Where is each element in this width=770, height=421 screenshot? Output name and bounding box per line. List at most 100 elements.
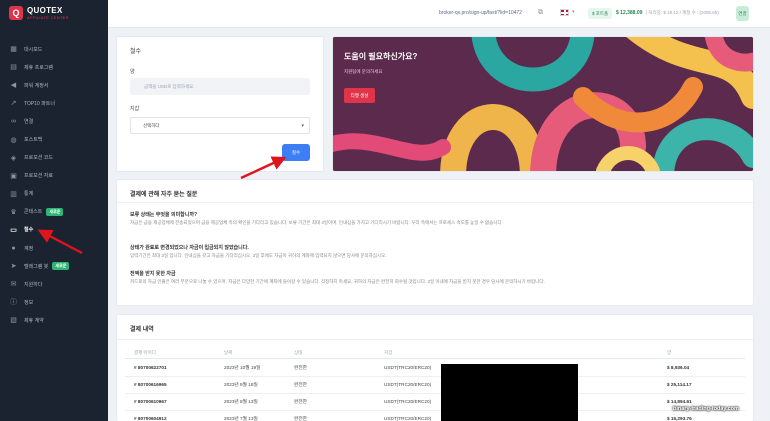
- sidebar-item-label: 콘테스트: [24, 209, 43, 216]
- info-icon: ⓘ: [10, 299, 17, 307]
- trophy-icon: ♛: [10, 208, 17, 216]
- payment-history-card: 결제 내역 결제 아이디 날짜 상태 지갑 양 # 80700622701 202…: [117, 315, 753, 421]
- sidebar-item-label: 철수: [24, 227, 34, 234]
- cell-status: 완전한: [294, 399, 307, 404]
- create-ticket-button[interactable]: 티켓 생성: [344, 88, 375, 103]
- column-header: 날짜: [224, 350, 233, 355]
- copy-icon[interactable]: ⧉: [538, 9, 545, 16]
- sidebar-item[interactable]: ▥ 통계: [0, 185, 108, 203]
- column-header: 결제 아이디: [134, 350, 156, 355]
- cell-wallet: USDT(TRC20/ERC20): [384, 382, 432, 387]
- wallet-icon: ▭: [10, 226, 17, 234]
- sidebar-item-label: 통계: [24, 191, 34, 198]
- sidebar-item[interactable]: ● 계정: [0, 239, 108, 257]
- faq-answer: 입력기간은 최대 3일 입니다. 인내심을 갖고 자금을 기다리십시오. 3일 …: [130, 253, 387, 258]
- sidebar-item[interactable]: ◀ 파워 계정서: [0, 76, 108, 94]
- column-header: 상태: [294, 350, 303, 355]
- sidebar-item[interactable]: ◍ 포스트백: [0, 130, 108, 148]
- redaction-block: [441, 364, 578, 421]
- balance-detail: | 처리중: $ 18.12 / 계정 수 : (2095.65): [646, 10, 719, 15]
- telegram-icon: ➤: [10, 263, 17, 271]
- amount-label: 양: [130, 69, 135, 75]
- quotex-logo-icon: Q: [9, 6, 23, 20]
- referral-url[interactable]: broker-qx.pro/sign-up/fast/?lid=10472: [439, 10, 522, 16]
- faq-answer: 자금은 금융 제공업체에 전송되었으며 금융 제공업체 측의 확인을 기다리고 …: [130, 220, 503, 225]
- balance: $ 12,388.09: [616, 10, 643, 16]
- faq-answer: 커드로의 자금 인출은 여러 부분으로 나눌 수 있으며, 자금은 다양한 기간…: [130, 279, 545, 284]
- trending-icon: ↗: [10, 100, 17, 108]
- faq-question: 보류 상태는 무엇을 의미합니까?: [130, 212, 198, 218]
- sidebar-item[interactable]: ∞ 연결: [0, 112, 108, 130]
- flag-icon[interactable]: [560, 9, 569, 16]
- cell-status: 완전한: [294, 365, 307, 370]
- contract-icon: ▧: [10, 317, 17, 325]
- brand-subtitle: AFFILIATE CENTER: [27, 14, 69, 20]
- sidebar-item-label: 제휴 계약: [24, 317, 44, 324]
- sidebar-item-label: 제휴 프로그램: [24, 64, 53, 71]
- sidebar-item-label: TOP10 파트너: [24, 100, 55, 107]
- sidebar-item[interactable]: ✉ 지원하다: [0, 275, 108, 293]
- table-row[interactable]: # 80700610967 2023년 8월 13일 완전한 USDT(TRC20/E…: [125, 394, 745, 411]
- sidebar-item-label: 텔레그램 봇: [24, 263, 49, 270]
- divider: [117, 339, 753, 340]
- sidebar-item[interactable]: ➤ 텔레그램 봇 새로운: [0, 257, 108, 275]
- history-title: 결제 내역: [130, 327, 154, 333]
- cell-date: 2023년 9월 18일: [224, 382, 258, 387]
- link-icon: ∞: [11, 117, 16, 125]
- sidebar-item-label: 파워 계정서: [24, 82, 49, 89]
- sidebar-nav: ▦ 대시보드 ▤ 제휴 프로그램 ◀ 파워 계정서 ↗ TOP10 파트너 ∞ 연결 ◍ 포스트백 ◈ 프…: [0, 40, 108, 330]
- cell-id: # 80700622701: [134, 365, 167, 370]
- table-row[interactable]: # 80700616965 2023년 9월 18일 완전한 USDT(TRC20/E…: [125, 377, 745, 394]
- amount-input[interactable]: 금액을 USD로 입력하세요.: [130, 78, 310, 95]
- cell-date: 2023년 10월 19일: [224, 365, 261, 370]
- faq-question: 전액을 받지 못한 자금: [130, 271, 176, 277]
- sidebar-item[interactable]: ↗ TOP10 파트너: [0, 94, 108, 112]
- sidebar-item-label: 대시보드: [24, 46, 43, 53]
- cell-wallet: USDT(TRC20/ERC20): [384, 399, 432, 404]
- chevron-down-icon: ▾: [301, 123, 304, 129]
- status-pill[interactable]: $ 포트폴: [588, 8, 613, 19]
- cell-date: 2023년 8월 13일: [224, 399, 258, 404]
- tag-icon: ◈: [10, 154, 17, 162]
- new-badge: 새로운: [46, 207, 64, 216]
- connect-button[interactable]: 연결: [736, 6, 749, 21]
- faq-question: 상태가 완료로 변경되었으나 자금이 입금되지 않았습니다.: [130, 245, 249, 251]
- support-icon: ✉: [10, 281, 17, 289]
- withdraw-card: 철수 양 금액을 USD로 입력하세요. 지갑 선택하다 ▾ 철수: [117, 37, 323, 171]
- new-badge: 새로운: [52, 262, 70, 271]
- cell-date: 2023년 7월 13일: [224, 416, 258, 421]
- sidebar-item[interactable]: ◈ 프로모션 코드: [0, 149, 108, 167]
- wallet-label: 지갑: [130, 106, 140, 112]
- program-icon: ▤: [10, 64, 17, 72]
- cell-amount: $ 14,894.61: [667, 399, 692, 404]
- watermark: binary-trading-today.com: [673, 406, 739, 412]
- sidebar-item[interactable]: ♛ 콘테스트 새로운: [0, 203, 108, 221]
- sidebar-item[interactable]: ⓘ 정보: [0, 293, 108, 311]
- grid-icon: ▦: [10, 46, 17, 54]
- withdraw-submit-button[interactable]: 철수: [282, 144, 310, 161]
- sidebar-item-label: 프로모션 코드: [24, 155, 53, 162]
- sidebar-item[interactable]: ▣ 프로모션 자료: [0, 167, 108, 185]
- top-bar: broker-qx.pro/sign-up/fast/?lid=10472 ⧉ …: [108, 0, 770, 28]
- help-subtitle: 지원팀에 문의하세요: [344, 69, 383, 74]
- sidebar-item[interactable]: ▦ 대시보드: [0, 40, 108, 58]
- sidebar-item-label: 지원하다: [24, 281, 43, 288]
- globe-icon: ◍: [10, 136, 17, 144]
- sidebar-item-label: 포스트백: [24, 137, 43, 144]
- cell-id: # 80700610967: [134, 399, 167, 404]
- user-icon: ●: [11, 244, 16, 252]
- sidebar-item[interactable]: ▤ 제휴 프로그램: [0, 58, 108, 76]
- sidebar-item[interactable]: ▧ 제휴 계약: [0, 311, 108, 329]
- logo[interactable]: Q QUOTEX AFFILIATE CENTER: [9, 6, 69, 20]
- table-row[interactable]: # 80700604912 2023년 7월 13일 완전한 USDT(TRC20/E…: [125, 411, 745, 421]
- cell-amount: $ 15,293.76: [667, 416, 692, 421]
- sidebar: Q QUOTEX AFFILIATE CENTER ▦ 대시보드 ▤ 제휴 프로그램 ◀…: [0, 0, 108, 421]
- sidebar-item-label: 정보: [24, 299, 34, 306]
- chart-icon: ▥: [10, 190, 17, 198]
- wallet-select[interactable]: 선택하다 ▾: [130, 117, 310, 134]
- sidebar-item[interactable]: ▭ 철수: [0, 221, 108, 239]
- chevron-down-icon[interactable]: ▾: [572, 9, 575, 15]
- table-row[interactable]: # 80700622701 2023년 10월 19일 완전한 USDT(TRC20/…: [125, 360, 745, 377]
- wallet-select-value: 선택하다: [143, 122, 160, 128]
- cell-id: # 80700616965: [134, 382, 167, 387]
